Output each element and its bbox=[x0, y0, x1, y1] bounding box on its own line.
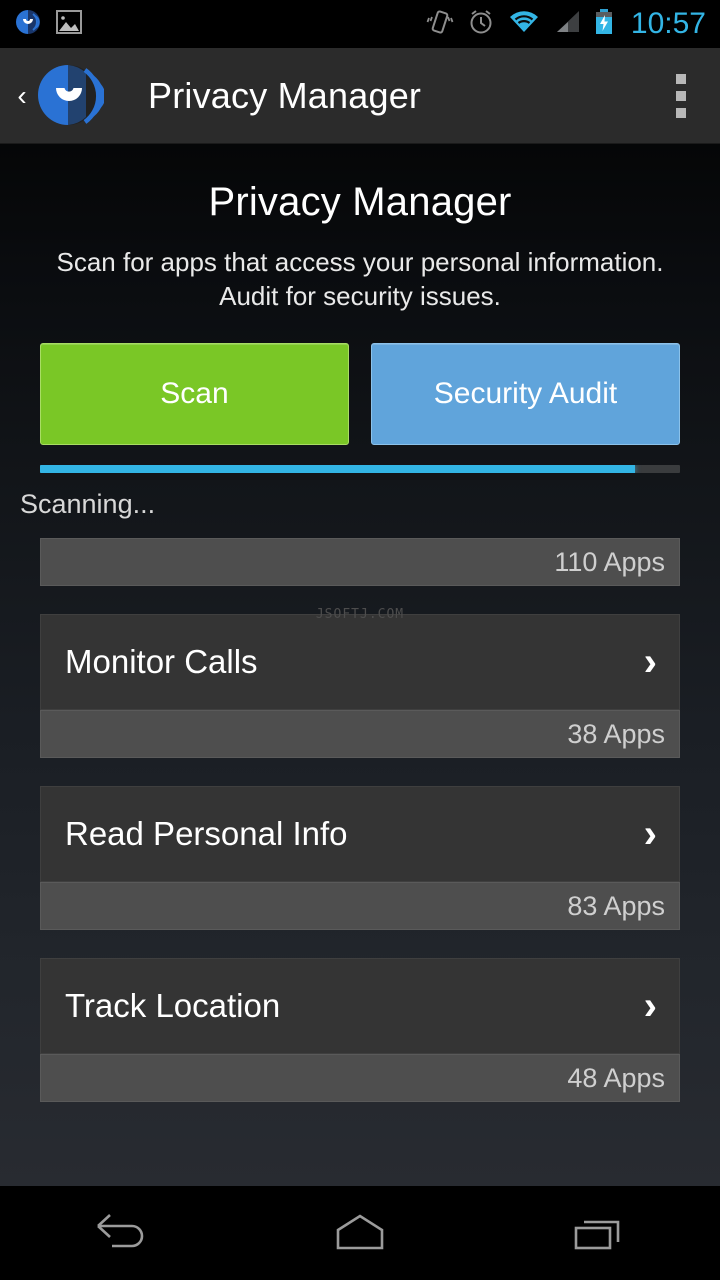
battery-charging-icon bbox=[594, 8, 614, 41]
nav-back-icon[interactable] bbox=[0, 1186, 240, 1280]
list-item[interactable]: Track Location › bbox=[40, 958, 680, 1054]
list-item-label: Read Personal Info bbox=[65, 815, 348, 852]
list-item-label: Track Location bbox=[65, 987, 281, 1024]
scan-button[interactable]: Scan bbox=[40, 343, 349, 445]
scan-status-label: Scanning... bbox=[20, 489, 156, 519]
cellular-signal-icon bbox=[553, 9, 581, 40]
security-audit-button[interactable]: Security Audit bbox=[371, 343, 680, 445]
main-content: Privacy Manager Scan for apps that acces… bbox=[0, 144, 720, 1186]
list-item[interactable]: JSOFTJ.COM Monitor Calls › bbox=[40, 607, 680, 710]
total-apps-count: 110 Apps bbox=[554, 546, 665, 577]
status-bar: 10:57 bbox=[0, 0, 720, 48]
action-bar: ‹ Privacy Manager bbox=[0, 48, 720, 144]
list-item-label: Monitor Calls bbox=[65, 643, 258, 680]
phone-screen: 10:57 ‹ Privacy Manager Privacy Manager … bbox=[0, 0, 720, 1280]
status-bar-notifications bbox=[0, 8, 82, 41]
up-back-button[interactable]: ‹ bbox=[0, 48, 34, 144]
list-item-app-count: 38 Apps bbox=[567, 718, 665, 749]
gallery-image-icon bbox=[56, 9, 82, 40]
scan-progress-bar bbox=[40, 465, 680, 473]
page-title: Privacy Manager bbox=[208, 180, 512, 224]
page-subtitle: Scan for apps that access your personal … bbox=[56, 247, 664, 311]
status-bar-clock: 10:57 bbox=[630, 7, 706, 40]
privacy-category-list: 110 Apps JSOFTJ.COM Monitor Calls › 38 A… bbox=[0, 538, 720, 1102]
list-item[interactable]: Read Personal Info › bbox=[40, 786, 680, 882]
action-bar-title: Privacy Manager bbox=[148, 74, 422, 116]
total-apps-badge: 110 Apps bbox=[40, 538, 680, 586]
list-gap bbox=[0, 758, 720, 786]
list-item-badge: 83 Apps bbox=[40, 882, 680, 930]
list-gap bbox=[0, 586, 720, 614]
list-item-app-count: 48 Apps bbox=[567, 1062, 665, 1093]
wifi-icon bbox=[508, 9, 540, 40]
app-notification-icon bbox=[14, 8, 42, 41]
vibrate-icon bbox=[426, 8, 454, 41]
overflow-menu-icon[interactable] bbox=[676, 73, 686, 118]
list-item-badge: 48 Apps bbox=[40, 1054, 680, 1102]
list-item-app-count: 83 Apps bbox=[567, 890, 665, 921]
chevron-right-icon: › bbox=[643, 984, 657, 1028]
system-navigation-bar bbox=[0, 1186, 720, 1280]
nav-recents-icon[interactable] bbox=[480, 1186, 720, 1280]
status-bar-system-icons: 10:57 bbox=[426, 8, 720, 41]
list-gap bbox=[0, 930, 720, 958]
malwarebytes-logo-icon[interactable] bbox=[30, 59, 106, 133]
chevron-right-icon: › bbox=[643, 640, 657, 684]
alarm-clock-icon bbox=[467, 8, 495, 41]
chevron-right-icon: › bbox=[643, 812, 657, 856]
action-button-row: Scan Security Audit bbox=[40, 343, 680, 445]
nav-home-icon[interactable] bbox=[240, 1186, 480, 1280]
list-item-badge: 38 Apps bbox=[40, 710, 680, 758]
scan-progress-fill bbox=[40, 465, 636, 473]
